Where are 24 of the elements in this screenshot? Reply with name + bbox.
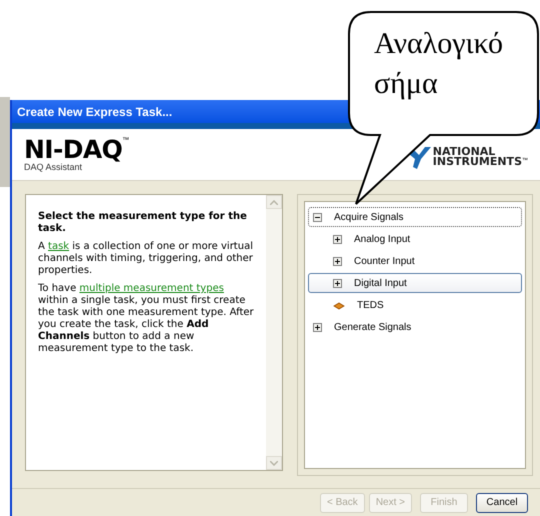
product-subtitle: DAQ Assistant	[24, 163, 84, 172]
expand-icon[interactable]	[333, 234, 342, 244]
expand-icon[interactable]	[333, 256, 342, 266]
window-title: Create New Express Task...	[17, 104, 172, 120]
tree-item[interactable]: Generate Signals	[308, 317, 522, 337]
collapse-icon[interactable]	[313, 212, 322, 222]
callout-text: Αναλογικό σήμα	[374, 26, 504, 102]
help-heading: Select the measurement type for the task.	[38, 211, 248, 235]
tree-item[interactable]: Analog Input	[308, 229, 522, 249]
tree-item[interactable]: Counter Input	[308, 251, 522, 271]
expand-icon[interactable]	[333, 278, 342, 288]
tree-item[interactable]: TEDS	[308, 295, 522, 315]
help-paragraph: A task is a collection of one or more virtual channels with timing, triggering, and other properties.	[38, 241, 254, 277]
tree-item[interactable]: Acquire Signals	[308, 207, 522, 227]
product-logo: NI-DAQ	[24, 137, 122, 162]
chip-icon	[333, 300, 345, 310]
tree-item[interactable]: Digital Input	[308, 273, 522, 293]
help-link[interactable]: task	[48, 241, 70, 252]
help-link[interactable]: multiple measurement types	[79, 283, 224, 294]
help-paragraph: To have multiple measurement types within a single task, you must first create the task with one measurement type. After you create the task, click the Add Channels button to add a new measurement type to the task.	[38, 283, 254, 355]
dialog-button[interactable]: Cancel	[476, 492, 528, 512]
expand-icon[interactable]	[313, 322, 322, 332]
vendor-logo-text: INSTRUMENTS	[432, 156, 522, 166]
vendor-logo-text: NATIONAL	[432, 146, 496, 156]
